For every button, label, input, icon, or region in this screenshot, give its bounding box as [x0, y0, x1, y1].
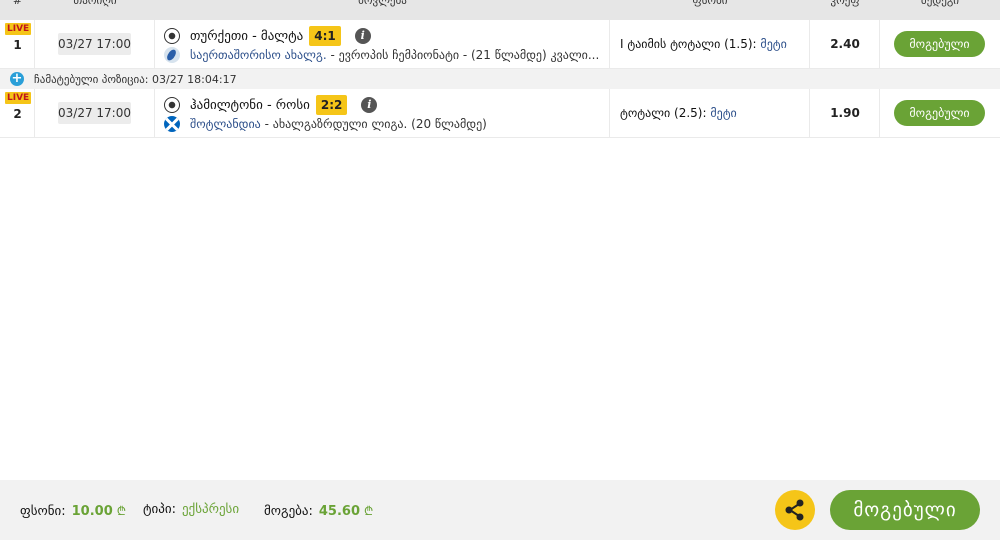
soccer-ball-icon: [164, 97, 180, 113]
row-result-cell: მოგებული: [880, 20, 1000, 68]
bet-status-button[interactable]: მოგებული: [830, 490, 980, 530]
row-odd-cell: 1.90: [810, 89, 880, 137]
stake-summary: ფსონი: 10.00 ₾: [20, 502, 126, 519]
live-score: 4:1: [309, 26, 341, 46]
row-odd-cell: 2.40: [810, 20, 880, 68]
row-number: 1: [13, 38, 22, 52]
market-name: ტოტალი (2.5):: [620, 106, 711, 120]
header-date: თარიღი: [73, 0, 117, 7]
info-icon[interactable]: i: [354, 28, 371, 44]
event-date: 03/27 17:00: [58, 33, 131, 55]
table-row: LIVE 1 03/27 17:00 თურქეთი - მალტა 4:1 i…: [0, 20, 1000, 69]
row-market-cell: I ტაიმის ტოტალი (1.5): მეტი: [610, 20, 810, 68]
info-icon[interactable]: i: [361, 97, 378, 113]
event-teams[interactable]: ჰამილტონი - როსი: [190, 98, 310, 113]
live-score: 2:2: [315, 95, 348, 115]
header-result: შედეგი: [921, 0, 959, 7]
header-odd: კოეფ: [830, 0, 860, 7]
odd-value: 1.90: [830, 106, 860, 120]
row-event-cell: თურქეთი - მალტა 4:1 i საერთაშორისო ახალგ…: [155, 20, 610, 68]
league-link[interactable]: საერთაშორისო ახალგ.: [190, 48, 327, 62]
league-detail: - ევროპის ჩემპიონატი - (21 წლამდე) კვალი…: [326, 48, 600, 62]
event-teams[interactable]: თურქეთი - მალტა: [190, 29, 303, 44]
win-value: 45.60: [318, 504, 361, 519]
bet-summary-footer: ფსონი: 10.00 ₾ ტიპი: ექსპრესი მოგება: 45.60 ₾…: [0, 480, 1000, 540]
stake-label: ფსონი:: [20, 504, 66, 519]
league-link[interactable]: შოტლანდია: [190, 117, 261, 131]
odd-value: 2.40: [830, 37, 860, 51]
market-name: I ტაიმის ტოტალი (1.5):: [620, 37, 761, 51]
type-value: ექსპრესი: [181, 502, 240, 517]
market-text: ტოტალი (2.5): მეტი: [620, 106, 737, 120]
result-won-badge: მოგებული: [894, 31, 985, 57]
table-header: # თარიღი მოვლენა ფსონი კოეფ შედეგი: [0, 0, 1000, 20]
live-badge: LIVE: [5, 92, 32, 104]
header-number: #: [12, 0, 23, 7]
win-summary: მოგება: 45.60 ₾: [264, 502, 373, 519]
row-event-cell: ჰამილტონი - როსი 2:2 i შოტლანდია - ახალგ…: [155, 89, 610, 137]
share-icon: [785, 499, 804, 521]
league-detail: - ახალგაზრდული ლიგა. (20 წლამდე): [260, 117, 487, 131]
currency-symbol: ₾: [364, 504, 374, 518]
header-event: მოვლენა: [358, 0, 407, 7]
row-date-cell: 03/27 17:00: [35, 20, 155, 68]
bet-details-page: # თარიღი მოვლენა ფსონი კოეფ შედეგი LIVE …: [0, 0, 1000, 540]
league-name: შოტლანდია - ახალგაზრდული ლიგა. (20 წლამდ…: [190, 117, 487, 131]
currency-symbol: ₾: [116, 504, 127, 518]
row-number-cell: LIVE 1: [0, 20, 35, 68]
header-market: ფსონი: [692, 0, 728, 7]
event-date: 03/27 17:00: [58, 102, 131, 124]
scotland-flag-icon: [164, 116, 180, 132]
added-position-row: + ჩამატებული პოზიცია: 03/27 18:04:17: [0, 69, 1000, 89]
row-number-cell: LIVE 2: [0, 89, 35, 137]
added-position-text: ჩამატებული პოზიცია: 03/27 18:04:17: [34, 72, 237, 86]
row-result-cell: მოგებული: [880, 89, 1000, 137]
stake-value: 10.00: [71, 504, 113, 519]
row-market-cell: ტოტალი (2.5): მეტი: [610, 89, 810, 137]
table-row: LIVE 2 03/27 17:00 ჰამილტონი - როსი 2:2 …: [0, 89, 1000, 138]
market-text: I ტაიმის ტოტალი (1.5): მეტი: [620, 37, 787, 51]
plus-circle-icon[interactable]: +: [10, 72, 24, 86]
soccer-ball-icon: [164, 28, 180, 44]
world-flag-icon: [164, 47, 180, 63]
market-selection: მეტი: [710, 106, 737, 120]
market-selection: მეტი: [760, 37, 787, 51]
share-button[interactable]: [775, 490, 815, 530]
row-date-cell: 03/27 17:00: [35, 89, 155, 137]
type-label: ტიპი:: [143, 502, 176, 517]
row-number: 2: [13, 107, 22, 121]
league-name: საერთაშორისო ახალგ. - ევროპის ჩემპიონატი…: [190, 48, 599, 62]
type-summary: ტიპი: ექსპრესი: [143, 502, 239, 517]
result-won-badge: მოგებული: [894, 100, 985, 126]
win-label: მოგება:: [264, 504, 313, 519]
live-badge: LIVE: [5, 23, 32, 35]
